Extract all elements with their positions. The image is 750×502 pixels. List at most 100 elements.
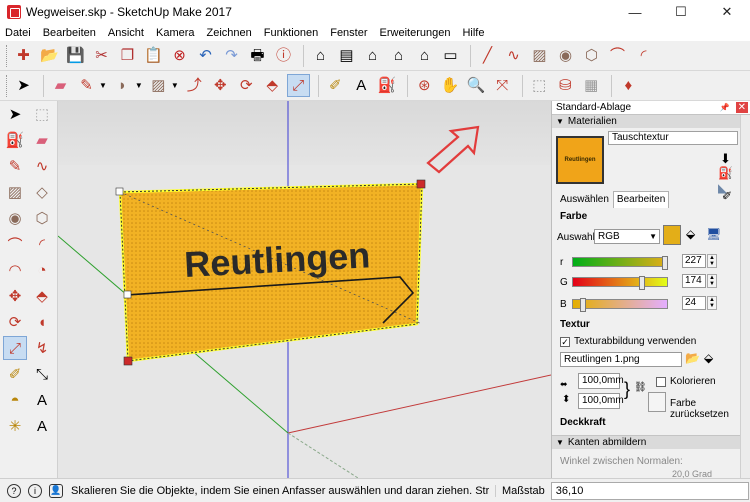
open-folder-icon[interactable]: 📂	[38, 44, 61, 67]
menu-kamera[interactable]: Kamera	[150, 27, 201, 39]
chain-link-icon[interactable]: ⛓	[634, 382, 647, 393]
scale-grip-top-right[interactable]	[416, 179, 426, 189]
freehand-tool-icon[interactable]: ∿	[30, 154, 54, 178]
scale-grip-top-left[interactable]	[115, 187, 124, 196]
undo-icon[interactable]: ↶	[194, 44, 217, 67]
left-view-icon[interactable]: ▭	[439, 44, 462, 67]
extension-warehouse-icon[interactable]: ⛁	[554, 74, 577, 97]
scale-icon[interactable]: ⤢	[286, 74, 310, 97]
red-spinner[interactable]: ▲ ▼	[707, 254, 717, 268]
move-tool-icon[interactable]: ✥	[3, 284, 27, 308]
maximize-button[interactable]: ☐	[658, 0, 704, 24]
minimize-button[interactable]: —	[612, 0, 658, 24]
shape-dropdown-arrow-icon[interactable]: ▼	[171, 81, 179, 90]
select-tool-icon[interactable]: ➤	[3, 102, 27, 126]
top-view-icon[interactable]: ▤	[335, 44, 358, 67]
tray-scrollbar[interactable]	[740, 115, 750, 478]
material-name-input[interactable]: Tauschtextur	[608, 131, 738, 145]
protractor-tool-icon[interactable]: ◓	[3, 388, 27, 412]
measurements-input[interactable]: 36,10	[550, 481, 749, 500]
tape-measure-tool-icon[interactable]: ✐	[3, 362, 27, 386]
rotate-tool-icon[interactable]: ⟳	[3, 310, 27, 334]
pencil-dropdown-icon[interactable]: ▼	[99, 81, 107, 90]
red-slider-thumb[interactable]	[662, 256, 668, 270]
match-model-color-icon[interactable]: ⬙	[686, 227, 695, 241]
green-spinner[interactable]: ▲ ▼	[707, 274, 717, 288]
line-tool-icon[interactable]: ✎	[3, 154, 27, 178]
link-ratio-icon[interactable]: }	[624, 379, 630, 400]
menu-hilfe[interactable]: Hilfe	[456, 27, 490, 39]
smooth-edges-panel-header[interactable]: ▼ Kanten abmildern	[552, 435, 740, 449]
materials-panel-header[interactable]: ▼ Materialien	[552, 114, 750, 128]
offset-tool-icon[interactable]: ↯	[30, 336, 54, 360]
3d-text-tool-icon[interactable]: A	[30, 414, 54, 438]
credits-icon[interactable]: i	[28, 483, 42, 498]
dimension-tool-icon[interactable]: ⤡	[30, 362, 54, 386]
menu-bearbeiten[interactable]: Bearbeiten	[37, 27, 102, 39]
material-swatch[interactable]: Reutlingen	[556, 136, 604, 184]
red-slider[interactable]	[572, 256, 668, 270]
iso-view-icon[interactable]: ⌂	[309, 44, 332, 67]
shape-dropdown-icon[interactable]: ▨	[147, 74, 170, 97]
redo-icon[interactable]: ↷	[220, 44, 243, 67]
move-icon[interactable]: ✥	[209, 74, 232, 97]
scale-tool-icon[interactable]: ⤢	[3, 336, 27, 360]
reset-color-swatch[interactable]	[648, 392, 666, 412]
menu-ansicht[interactable]: Ansicht	[102, 27, 150, 39]
new-file-icon[interactable]: ✚	[12, 44, 35, 67]
texture-file-input[interactable]: Reutlingen 1.png	[560, 352, 682, 367]
menu-funktionen[interactable]: Funktionen	[258, 27, 324, 39]
scale-grip-left-mid[interactable]	[123, 290, 132, 299]
colorize-checkbox[interactable]	[656, 377, 666, 387]
select-arrow-icon[interactable]: ➤	[12, 74, 35, 97]
pan-hand-icon[interactable]: ✋	[439, 74, 462, 97]
green-slider[interactable]	[572, 276, 668, 290]
polygon-icon[interactable]: ⬡	[580, 44, 603, 67]
rectangle-tool-icon[interactable]: ▨	[3, 180, 27, 204]
paste-icon[interactable]: 📋	[142, 44, 165, 67]
erase-icon[interactable]: ⊗	[168, 44, 191, 67]
green-value-input[interactable]: 174	[682, 274, 706, 288]
print-icon[interactable]: 🖶	[246, 44, 269, 67]
right-view-icon[interactable]: ⌂	[387, 44, 410, 67]
arc-dropdown-arrow-icon[interactable]: ▼	[135, 81, 143, 90]
push-pull-tool-icon[interactable]: ⬘	[30, 284, 54, 308]
tape-measure-icon[interactable]: ✐	[324, 74, 347, 97]
match-screen-color-icon[interactable]: 🖥	[706, 227, 721, 241]
two-point-arc-icon[interactable]: ◜	[632, 44, 655, 67]
zoom-extents-icon[interactable]: ⤧	[491, 74, 514, 97]
front-view-icon[interactable]: ⌂	[361, 44, 384, 67]
polygon-tool-icon[interactable]: ⬡	[30, 206, 54, 230]
cut-icon[interactable]: ✂	[90, 44, 113, 67]
create-material-icon[interactable]: ⬇	[720, 151, 731, 167]
eyedropper-icon[interactable]: ✐	[722, 189, 732, 203]
pencil-icon[interactable]: ✎	[75, 74, 98, 97]
freehand-icon[interactable]: ∿	[502, 44, 525, 67]
menu-datei[interactable]: Datei	[0, 27, 37, 39]
text-tool-icon[interactable]: A	[30, 388, 54, 412]
axes-tool-icon[interactable]: ✳	[3, 414, 27, 438]
blue-slider-thumb[interactable]	[580, 298, 586, 312]
blue-value-input[interactable]: 24	[682, 296, 706, 310]
color-model-select[interactable]: RGB ▼	[594, 229, 660, 244]
viewport-canvas[interactable]: Reutlingen	[58, 101, 551, 478]
save-icon[interactable]: 💾	[64, 44, 87, 67]
menu-fenster[interactable]: Fenster	[324, 27, 373, 39]
paint-bucket-icon[interactable]: ⛽	[376, 74, 399, 97]
text-icon[interactable]: A	[350, 74, 373, 97]
arc-icon[interactable]: ⌒	[606, 44, 629, 67]
browse-folder-icon[interactable]: 📂	[685, 351, 700, 365]
scale-grip-bottom-left[interactable]	[123, 356, 133, 366]
orbit-icon[interactable]: ⊛	[413, 74, 436, 97]
texture-height-input[interactable]: 100,0mm	[578, 393, 624, 409]
make-component-icon[interactable]: ⬚	[30, 102, 54, 126]
two-point-arc-tool-icon[interactable]: ◜	[30, 232, 54, 256]
zoom-icon[interactable]: 🔍	[465, 74, 488, 97]
layout-icon[interactable]: ▦	[580, 74, 603, 97]
paint-bucket-material-icon[interactable]: ⛽	[718, 166, 733, 180]
geo-location-icon[interactable]: ?	[7, 483, 21, 498]
ruby-console-icon[interactable]: ♦	[617, 74, 640, 97]
menu-zeichnen[interactable]: Zeichnen	[201, 27, 258, 39]
line-icon[interactable]: ╱	[476, 44, 499, 67]
red-value-input[interactable]: 227	[682, 254, 706, 268]
